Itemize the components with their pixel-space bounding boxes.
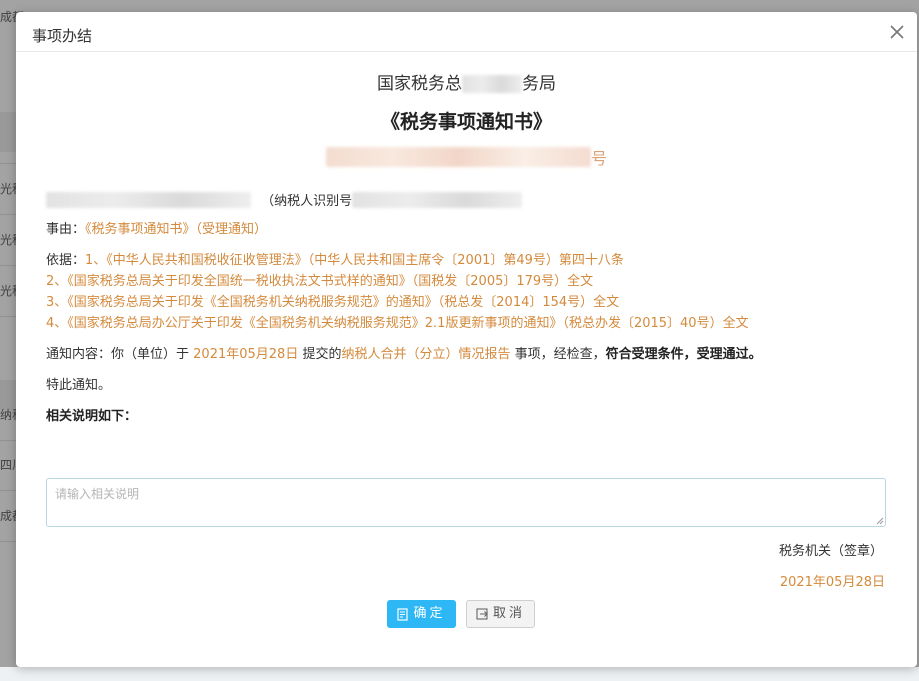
cancel-label: 取消 bbox=[492, 606, 525, 621]
taxpayer-line: （纳税人识别号 bbox=[46, 190, 523, 210]
cancel-button[interactable]: 取消 bbox=[466, 600, 535, 628]
tax-authority-suffix: 务局 bbox=[522, 74, 556, 94]
notice-submitted: 提交的 bbox=[302, 347, 342, 362]
basis-row: 依据：1、《中华人民共和国税收征收管理法》（中华人民共和国主席令〔2001〕第4… bbox=[46, 251, 624, 271]
basis-label: 依据： bbox=[46, 253, 86, 268]
document-number: 号 bbox=[16, 145, 917, 168]
signature-label: 税务机关（签章） bbox=[778, 544, 883, 559]
document-number-suffix: 号 bbox=[590, 149, 607, 168]
confirm-button[interactable]: 确定 bbox=[387, 600, 456, 628]
page-footer-strip bbox=[0, 667, 919, 681]
notice-content: 通知内容：你（单位）于 2021年05月28日 提交的纳税人合并（分立）情况报告… bbox=[46, 345, 762, 365]
signature-date: 2021年05月28日 bbox=[779, 575, 885, 590]
remarks-textarea[interactable] bbox=[46, 478, 886, 527]
notice-item-name: 纳税人合并（分立）情况报告 bbox=[341, 347, 511, 362]
basis-item[interactable]: 4、《国家税务总局办公厅关于印发《全国税务机关纳税服务规范》2.1版更新事项的通… bbox=[46, 316, 749, 331]
modal-title: 事项办结 bbox=[32, 27, 93, 45]
close-icon bbox=[890, 25, 904, 39]
exit-icon bbox=[476, 608, 488, 620]
redacted-region bbox=[46, 191, 251, 208]
basis-row: 4、《国家税务总局办公厅关于印发《全国税务机关纳税服务规范》2.1版更新事项的通… bbox=[46, 314, 749, 334]
redacted-region bbox=[352, 191, 523, 208]
basis-item[interactable]: 1、《中华人民共和国税收征收管理法》（中华人民共和国主席令〔2001〕第49号）… bbox=[85, 253, 624, 268]
basis-row: 3、《国家税务总局关于印发《全国税务机关纳税服务规范》的通知》（税总发〔2014… bbox=[46, 293, 619, 313]
document-icon bbox=[397, 607, 409, 621]
basis-row: 2、《国家税务总局关于印发全国统一税收执法文书式样的通知》（国税发〔2005〕1… bbox=[46, 272, 593, 292]
document-title: 《税务事项通知书》 bbox=[380, 111, 552, 133]
redacted-region bbox=[462, 75, 522, 93]
basis-item[interactable]: 2、《国家税务总局关于印发全国统一税收执法文书式样的通知》（国税发〔2005〕1… bbox=[46, 274, 593, 289]
remarks-heading: 相关说明如下： bbox=[46, 409, 138, 424]
notice-date: 2021年05月28日 bbox=[193, 347, 299, 362]
reason-link[interactable]: 《税务事项通知书》（受理通知） bbox=[85, 222, 267, 237]
notice-modal: 事项办结 国家税务总 务局 《税务事项通知书》 号 （纳税人识别号 事由：《税务事… bbox=[16, 12, 917, 667]
redacted-region bbox=[325, 147, 591, 167]
basis-item[interactable]: 3、《国家税务总局关于印发《全国税务机关纳税服务规范》的通知》（税总发〔2014… bbox=[46, 295, 619, 310]
taxpayer-id-label: （纳税人识别号 bbox=[261, 194, 353, 209]
reason-label: 事由： bbox=[46, 222, 86, 237]
modal-header: 事项办结 bbox=[16, 12, 917, 52]
notice-result: 符合受理条件，受理通过。 bbox=[605, 347, 762, 362]
notice-label: 通知内容：你（单位）于 bbox=[46, 347, 190, 362]
closing-text: 特此通知。 bbox=[46, 378, 112, 393]
reason-row: 事由：《税务事项通知书》（受理通知） bbox=[46, 220, 267, 240]
confirm-label: 确定 bbox=[413, 606, 446, 621]
tax-authority-prefix: 国家税务总 bbox=[377, 74, 462, 94]
tax-authority: 国家税务总 务局 bbox=[16, 69, 917, 94]
resize-handle-icon[interactable] bbox=[876, 517, 884, 525]
close-button[interactable] bbox=[887, 22, 907, 42]
notice-middle: 事项，经检查， bbox=[514, 347, 606, 362]
